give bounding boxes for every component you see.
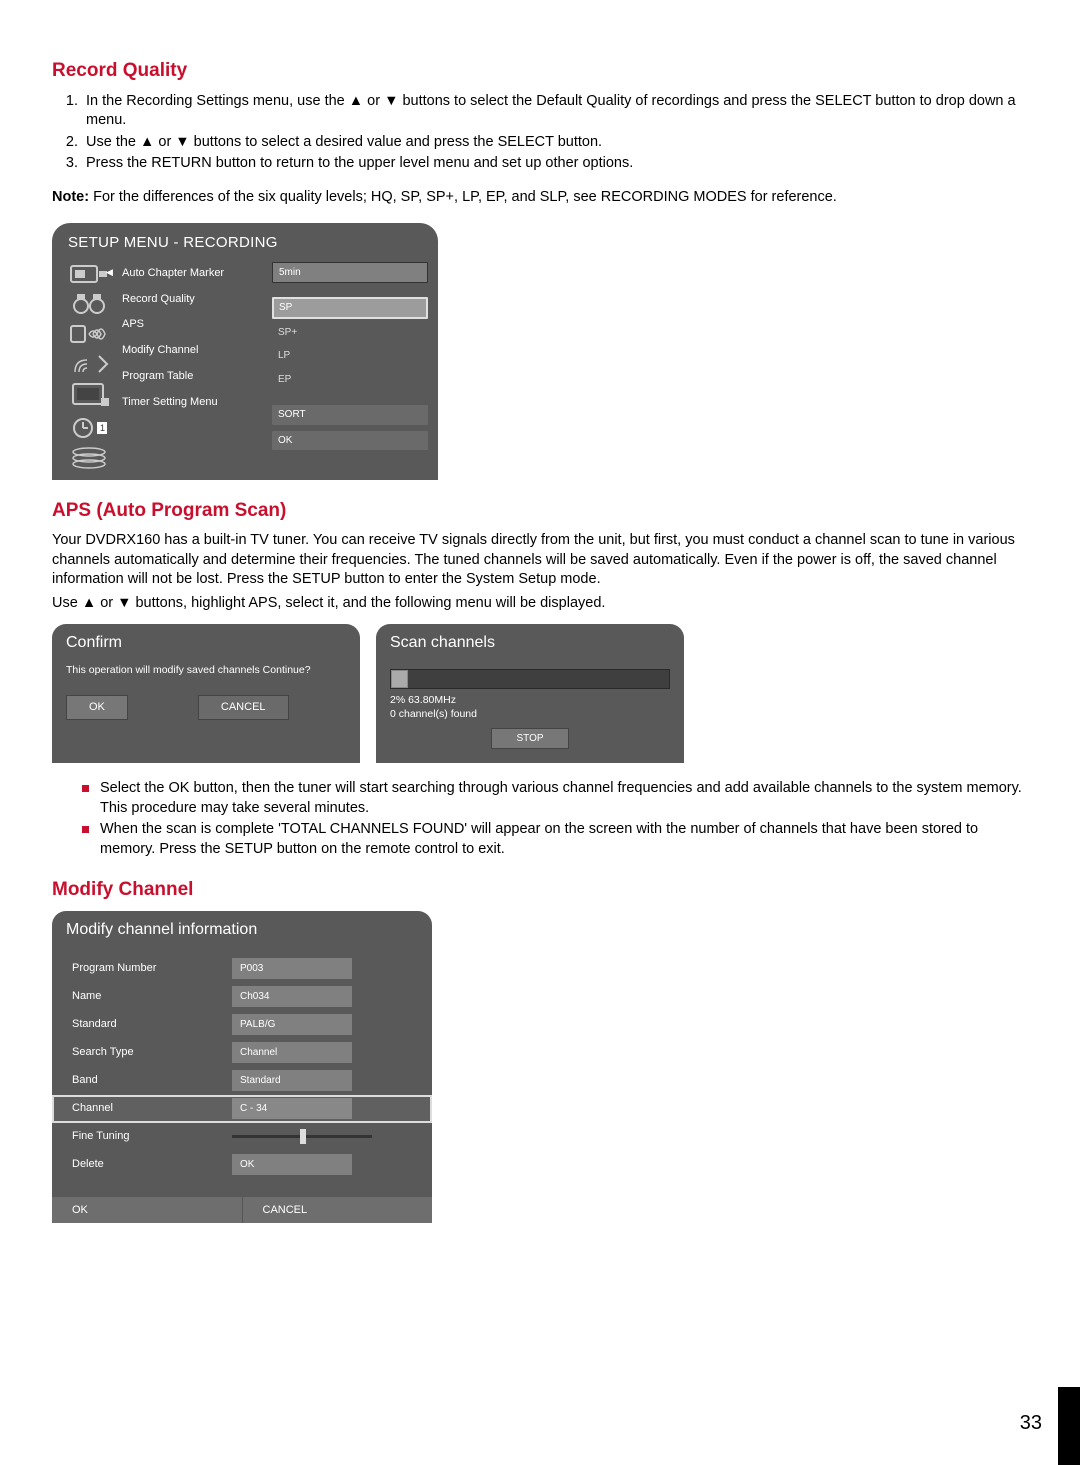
modify-cancel-button[interactable]: CANCEL <box>243 1197 433 1224</box>
mod-value: Channel <box>232 1042 352 1064</box>
record-quality-note: Note: For the differences of the six qua… <box>52 188 1028 208</box>
setup-menu-items: ◀ Auto Chapter Marker Record Quality APS… <box>122 262 264 470</box>
mod-row-delete[interactable]: Delete OK <box>52 1151 432 1179</box>
page-number: 33 <box>1020 1410 1042 1437</box>
mod-label: Delete <box>52 1157 232 1172</box>
modify-title: Modify channel information <box>52 911 432 947</box>
aps-bullet-2: When the scan is complete 'TOTAL CHANNEL… <box>82 820 1028 859</box>
menu-item-modify-channel[interactable]: Modify Channel <box>122 343 264 358</box>
mod-value: Ch034 <box>232 986 352 1008</box>
mod-label: Standard <box>52 1017 232 1032</box>
setup-menu-panel: SETUP MENU - RECORDING 1 ◀ Auto Chapter … <box>52 223 438 479</box>
step-3: Press the RETURN button to return to the… <box>82 154 1028 174</box>
video-input-icon <box>69 262 111 286</box>
menu-item-aps[interactable]: APS <box>122 317 264 332</box>
heading-aps: APS (Auto Program Scan) <box>52 498 1028 524</box>
mod-value: C - 34 <box>232 1098 352 1120</box>
tv-icon <box>69 382 111 410</box>
audio-icon <box>69 322 111 346</box>
page-edge-tab <box>1058 1387 1080 1465</box>
aps-paragraph-2: Use ▲ or ▼ buttons, highlight APS, selec… <box>52 594 1028 614</box>
heading-record-quality: Record Quality <box>52 58 1028 84</box>
mod-row-band[interactable]: Band Standard <box>52 1067 432 1095</box>
mod-row-program-number[interactable]: Program Number P003 <box>52 955 432 983</box>
confirm-title: Confirm <box>52 624 360 660</box>
scan-progress-text: 2% 63.80MHz <box>390 693 670 707</box>
mod-label: Channel <box>52 1101 232 1116</box>
scan-stop-button[interactable]: STOP <box>491 728 568 750</box>
mod-row-search-type[interactable]: Search Type Channel <box>52 1039 432 1067</box>
ok-button[interactable]: OK <box>272 431 428 451</box>
menu-item-timer-setting[interactable]: Timer Setting Menu <box>122 395 264 410</box>
confirm-message: This operation will modify saved channel… <box>66 663 346 677</box>
mod-value: OK <box>232 1154 352 1176</box>
modify-channel-dialog: Modify channel information Program Numbe… <box>52 911 432 1223</box>
mod-value: P003 <box>232 958 352 980</box>
note-text: For the differences of the six quality l… <box>89 189 837 205</box>
scan-title: Scan channels <box>376 624 684 660</box>
confirm-dialog: Confirm This operation will modify saved… <box>52 624 360 763</box>
mod-label: Name <box>52 989 232 1004</box>
fine-tuning-slider[interactable] <box>232 1135 372 1138</box>
value-auto-chapter[interactable]: 5min <box>272 262 428 284</box>
quality-option-sp-plus[interactable]: SP+ <box>272 323 428 343</box>
quality-option-sp[interactable]: SP <box>272 297 428 319</box>
menu-item-auto-chapter[interactable]: Auto Chapter Marker <box>122 266 264 281</box>
confirm-ok-button[interactable]: OK <box>66 695 128 720</box>
mod-label: Band <box>52 1073 232 1088</box>
record-quality-steps: In the Recording Settings menu, use the … <box>52 92 1028 174</box>
menu-item-program-table[interactable]: Program Table <box>122 369 264 384</box>
setup-menu-title: SETUP MENU - RECORDING <box>52 223 438 261</box>
step-1: In the Recording Settings menu, use the … <box>82 92 1028 131</box>
svg-text:1: 1 <box>100 423 105 433</box>
confirm-cancel-button[interactable]: CANCEL <box>198 695 289 720</box>
aps-paragraph-1: Your DVDRX160 has a built-in TV tuner. Y… <box>52 531 1028 590</box>
slider-thumb-icon[interactable] <box>300 1129 306 1144</box>
mod-value: Standard <box>232 1070 352 1092</box>
setup-icon-column: 1 <box>66 262 114 470</box>
mod-label: Program Number <box>52 961 232 976</box>
sort-button[interactable]: SORT <box>272 405 428 425</box>
quality-option-ep[interactable]: EP <box>272 370 428 390</box>
step-2: Use the ▲ or ▼ buttons to select a desir… <box>82 133 1028 153</box>
disc-stack-icon <box>69 446 111 470</box>
clock-icon: 1 <box>69 416 111 440</box>
mod-row-standard[interactable]: Standard PALB/G <box>52 1011 432 1039</box>
aps-bullet-list: Select the OK button, then the tuner wil… <box>52 779 1028 859</box>
scan-progress-bar <box>390 669 670 689</box>
aps-bullet-1: Select the OK button, then the tuner wil… <box>82 779 1028 818</box>
setup-value-column: 5min SP SP+ LP EP SORT OK <box>272 262 428 470</box>
mod-row-fine-tuning[interactable]: Fine Tuning <box>52 1123 432 1151</box>
quality-option-lp[interactable]: LP <box>272 346 428 366</box>
note-label: Note: <box>52 189 89 205</box>
modify-ok-button[interactable]: OK <box>52 1197 243 1224</box>
camera-icon <box>69 292 111 316</box>
mod-value: PALB/G <box>232 1014 352 1036</box>
scan-found-text: 0 channel(s) found <box>390 707 670 721</box>
scan-channels-dialog: Scan channels 2% 63.80MHz 0 channel(s) f… <box>376 624 684 763</box>
scan-progress-fill <box>391 670 408 688</box>
mod-row-channel-selected[interactable]: Channel C - 34 <box>52 1095 432 1123</box>
mod-label: Fine Tuning <box>52 1129 232 1144</box>
menu-item-record-quality[interactable]: Record Quality <box>122 292 264 307</box>
satellite-icon <box>69 352 111 376</box>
back-arrow-icon: ◀ <box>106 266 113 278</box>
heading-modify-channel: Modify Channel <box>52 877 1028 903</box>
mod-label: Search Type <box>52 1045 232 1060</box>
mod-row-name[interactable]: Name Ch034 <box>52 983 432 1011</box>
